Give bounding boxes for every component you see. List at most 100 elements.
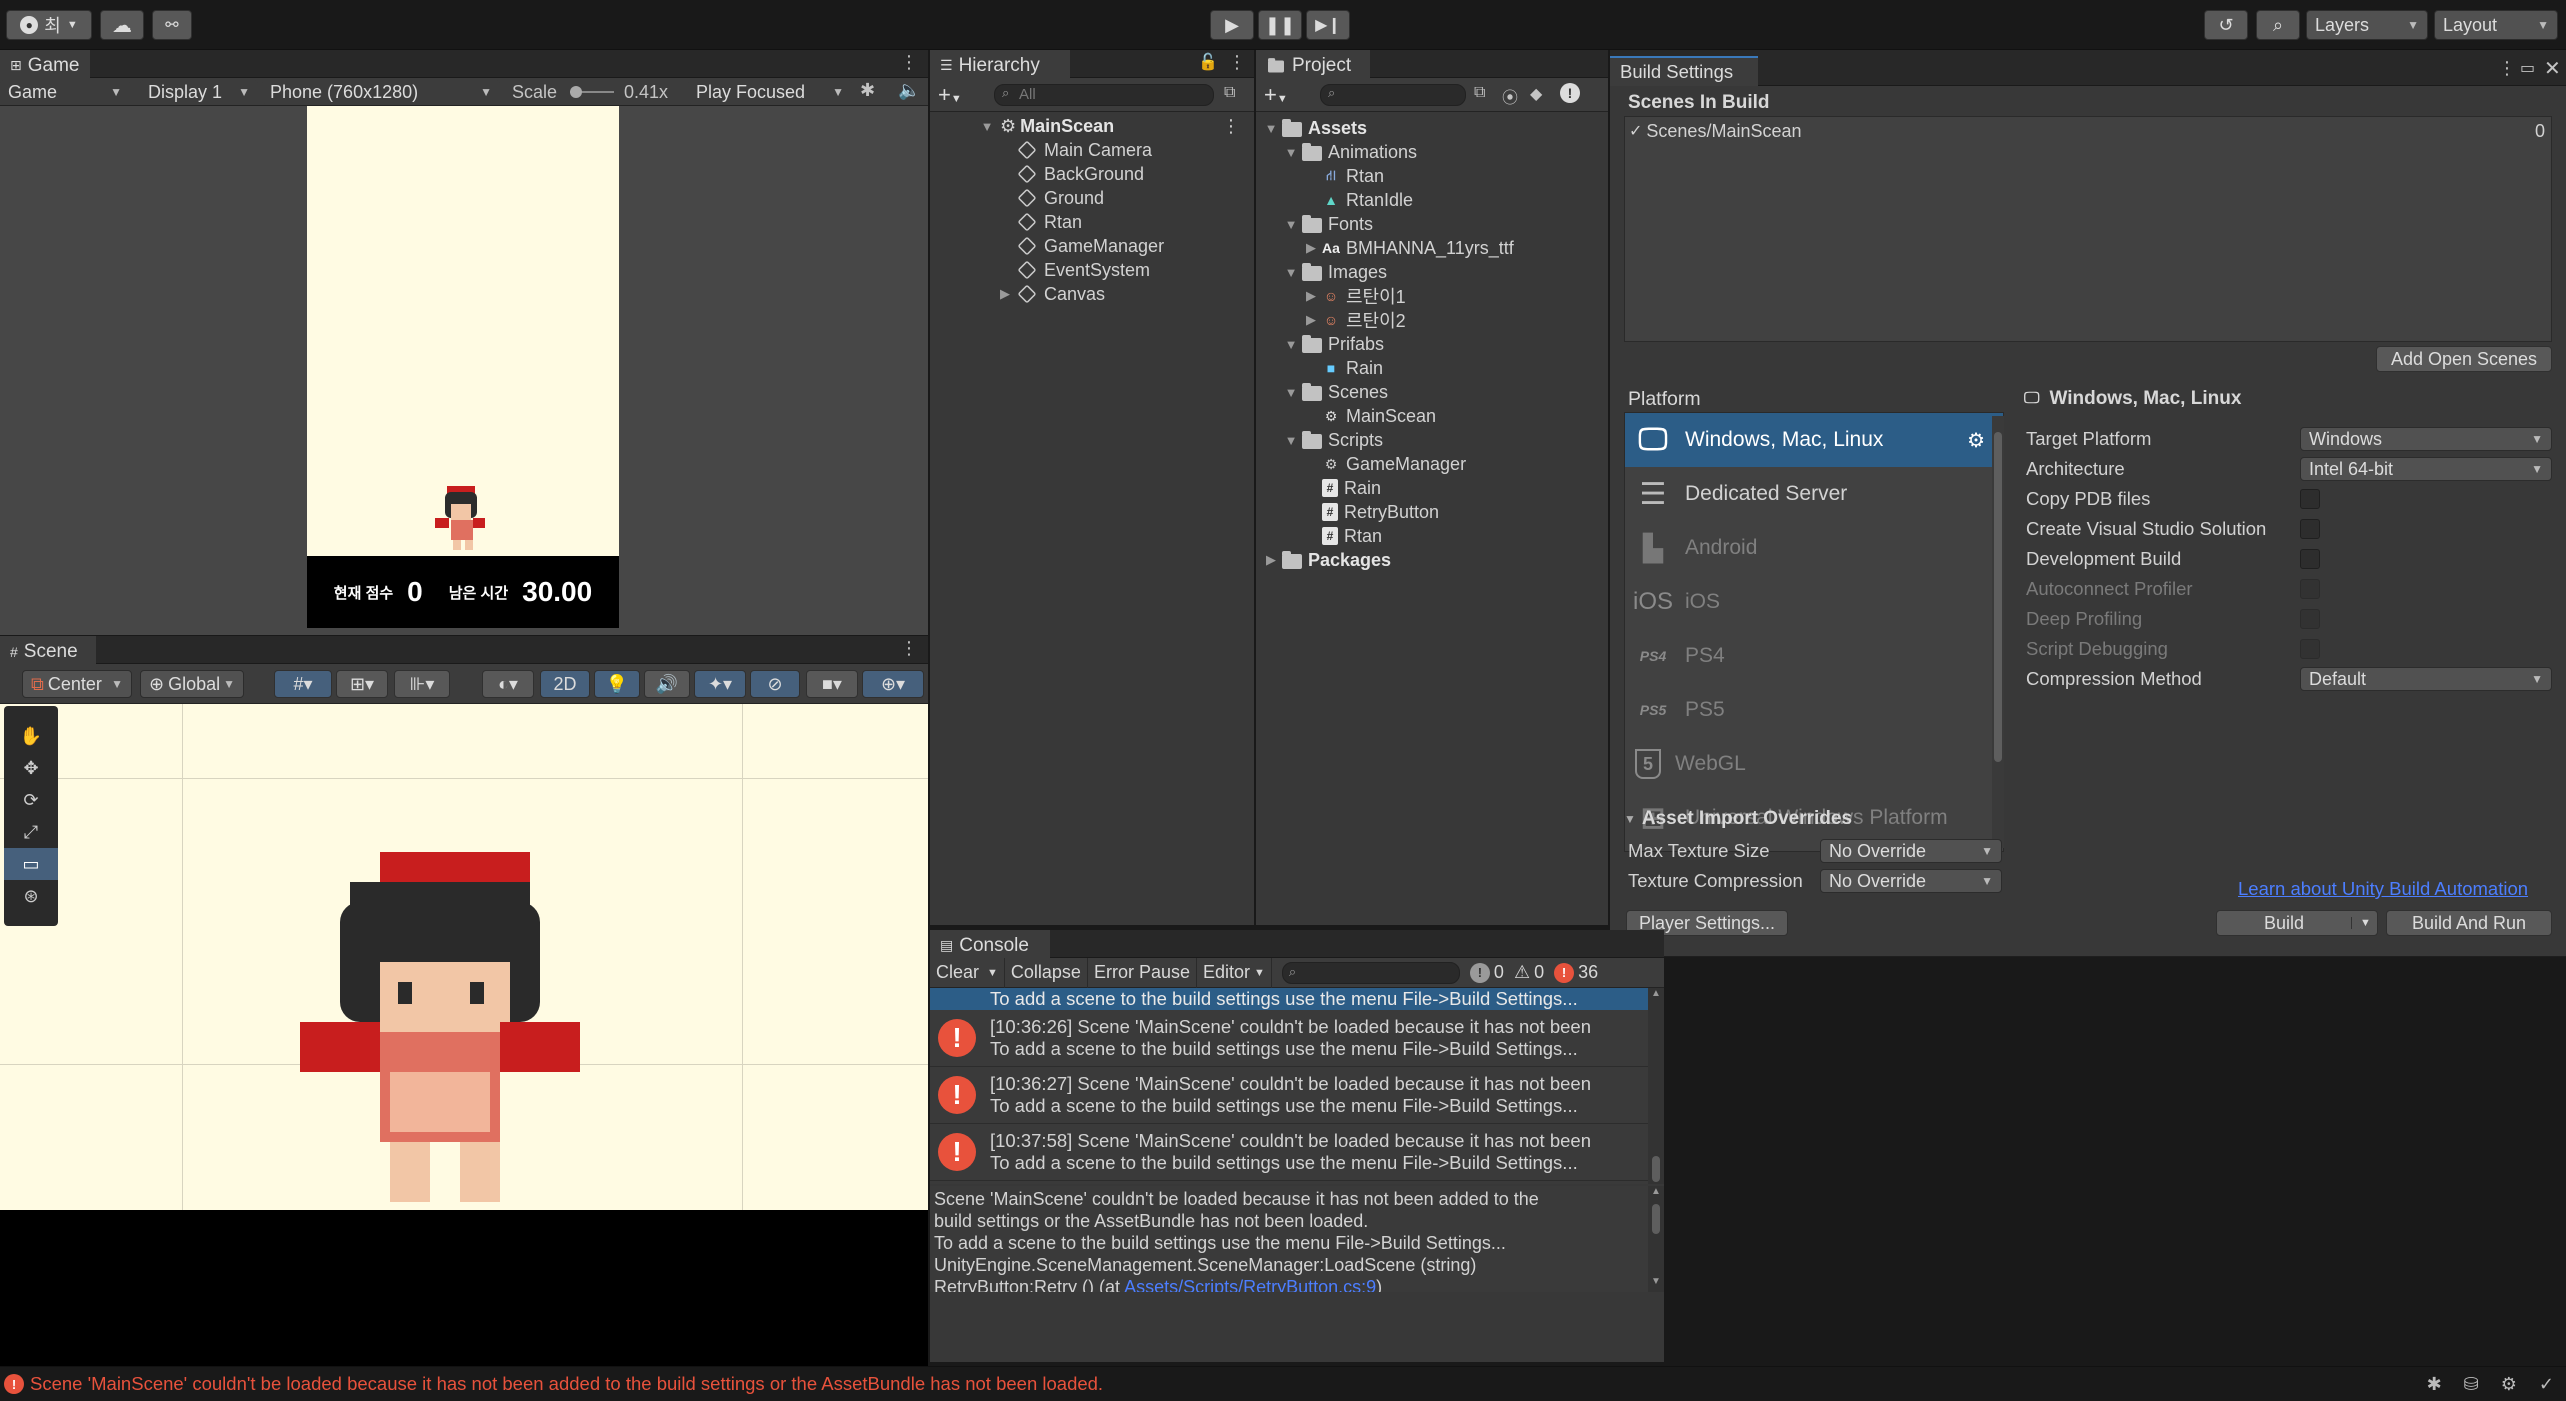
hierarchy-item[interactable]: Main Camera xyxy=(930,138,1254,162)
tab-project[interactable]: Project xyxy=(1256,50,1370,78)
bug-icon[interactable]: ✱ xyxy=(860,80,875,101)
search-button[interactable]: ⌕ xyxy=(2256,10,2300,40)
hidden-objects-button[interactable]: ⊘ xyxy=(750,670,800,698)
project-item[interactable]: ▼ Animations xyxy=(1256,140,1608,164)
hierarchy-item[interactable]: Rtan xyxy=(930,210,1254,234)
transform-tool-icon[interactable]: ⊛ xyxy=(4,880,58,912)
play-mode-dropdown[interactable]: Play Focused ▼ xyxy=(688,80,852,104)
status-message[interactable]: Scene 'MainScene' couldn't be loaded bec… xyxy=(30,1373,1103,1395)
texture-compression-dropdown[interactable]: No Override ▼ xyxy=(1820,869,2002,893)
scale-slider[interactable] xyxy=(570,86,614,98)
lock-icon[interactable]: 🔓 xyxy=(1198,52,1218,72)
collab-button[interactable]: ⚯ xyxy=(152,10,192,40)
project-item[interactable]: ▶ ☺ 르탄이1 xyxy=(1256,284,1608,308)
debug-mode-icon[interactable]: ✱ xyxy=(2427,1374,2442,1395)
step-button[interactable]: ▶❙ xyxy=(1306,10,1350,40)
project-item[interactable]: ⚙ MainScean xyxy=(1256,404,1608,428)
log-entry[interactable]: ! [10:36:27] Scene 'MainScene' couldn't b… xyxy=(930,1067,1648,1124)
max-texture-dropdown[interactable]: No Override ▼ xyxy=(1820,839,2002,863)
layers-dropdown[interactable]: Layers ▼ xyxy=(2306,10,2428,40)
expand-arrow-icon[interactable]: ▶ xyxy=(1302,312,1320,328)
filter-label-icon[interactable]: ⦿ xyxy=(1502,84,1518,108)
maximize-icon[interactable]: ▭ xyxy=(2520,58,2535,78)
project-item[interactable]: ▲ RtanIdle xyxy=(1256,188,1608,212)
platform-item[interactable]: PS4 PS4 xyxy=(1625,629,2003,683)
collapse-arrow-icon[interactable]: ▼ xyxy=(1282,217,1300,232)
add-open-scenes-button[interactable]: Add Open Scenes xyxy=(2376,346,2552,372)
check-circle-icon[interactable]: ✓ xyxy=(2539,1374,2554,1395)
collapse-arrow-icon[interactable]: ▼ xyxy=(1262,121,1280,136)
expand-arrow-icon[interactable]: ▶ xyxy=(1302,240,1320,256)
collapse-arrow-icon[interactable]: ▼ xyxy=(1282,337,1300,352)
game-mode-dropdown[interactable]: Game ▼ xyxy=(0,80,130,104)
audio-icon[interactable]: 🔈 xyxy=(898,80,920,101)
build-option-checkbox[interactable] xyxy=(2300,549,2320,569)
hierarchy-item[interactable]: GameManager xyxy=(930,234,1254,258)
platform-scrollbar[interactable] xyxy=(1992,416,2004,848)
expand-arrow-icon[interactable]: ▼ xyxy=(978,119,996,134)
scene-menu-icon[interactable]: ⋮ xyxy=(900,638,918,659)
hierarchy-item[interactable]: EventSystem xyxy=(930,258,1254,282)
learn-build-automation-link[interactable]: Learn about Unity Build Automation xyxy=(2238,878,2528,900)
project-item[interactable]: ▼ Fonts xyxy=(1256,212,1608,236)
platform-item[interactable]: 🖵 Windows, Mac, Linux ⚙ xyxy=(1625,413,2003,467)
collapse-arrow-icon[interactable]: ▼ xyxy=(1282,385,1300,400)
hand-tool-icon[interactable]: ✋ xyxy=(4,720,58,752)
expand-arrow-icon[interactable]: ▶ xyxy=(996,286,1014,302)
warning-filter-icon[interactable]: ! xyxy=(1560,83,1580,103)
build-option-checkbox[interactable] xyxy=(2300,519,2320,539)
scene-visibility-icon[interactable]: ⧉ xyxy=(1224,84,1235,102)
console-detail-scrollbar[interactable]: ▲ ▼ xyxy=(1648,1186,1664,1292)
draw-mode-button[interactable]: ◐▾ xyxy=(482,670,534,698)
hierarchy-search-input[interactable]: All xyxy=(994,84,1214,106)
console-search-input[interactable]: ⌕ xyxy=(1281,961,1460,984)
space-dropdown[interactable]: ⊕ Global ▼ xyxy=(140,670,244,698)
project-item[interactable]: ▼ Assets xyxy=(1256,116,1608,140)
project-item[interactable]: ▶ Packages xyxy=(1256,548,1608,572)
project-create-button[interactable]: +▼ xyxy=(1264,82,1288,108)
target-platform-dropdown[interactable]: Windows ▼ xyxy=(2300,427,2552,451)
asset-import-overrides[interactable]: ▼ Asset Import Overrides xyxy=(1624,808,1852,830)
cache-icon[interactable]: ⛁ xyxy=(2464,1374,2479,1395)
scene-entry[interactable]: ✓ Scenes/MainScean 0 xyxy=(1625,119,2551,143)
project-item[interactable]: ■ Rain xyxy=(1256,356,1608,380)
cloud-button[interactable]: ☁ xyxy=(100,10,144,40)
log-entry[interactable]: ! [10:36:26] Scene 'MainScene' couldn't b… xyxy=(930,1010,1648,1067)
effects-button[interactable]: ✦▾ xyxy=(694,670,746,698)
tab-game[interactable]: ⊞ Game xyxy=(0,50,90,78)
project-item[interactable]: ▶ ☺ 르탄이2 xyxy=(1256,308,1608,332)
tab-console[interactable]: ▤ Console xyxy=(930,930,1050,958)
hierarchy-root[interactable]: ▼ ⚙ MainScean ⋮ xyxy=(930,114,1254,138)
compression-dropdown[interactable]: Default ▼ xyxy=(2300,667,2552,691)
platform-item[interactable]: iOS iOS xyxy=(1625,575,2003,629)
project-item[interactable]: ⛙ Rtan xyxy=(1256,164,1608,188)
collapse-arrow-icon[interactable]: ▼ xyxy=(1282,433,1300,448)
info-count-toggle[interactable]: ! 0 xyxy=(1469,962,1504,983)
log-entry[interactable]: ! [10:37:58] Scene 'MainScene' couldn't b… xyxy=(930,1124,1648,1181)
build-and-run-button[interactable]: Build And Run xyxy=(2386,910,2552,936)
game-menu-icon[interactable]: ⋮ xyxy=(900,52,918,73)
hierarchy-item[interactable]: BackGround xyxy=(930,162,1254,186)
script-link[interactable]: Assets/Scripts/RetryButton.cs:9 xyxy=(1124,1277,1376,1292)
pause-button[interactable]: ❚❚ xyxy=(1258,10,1302,40)
scene-view[interactable] xyxy=(0,704,928,1366)
move-tool-icon[interactable]: ✥ xyxy=(4,752,58,784)
grid-snap-button[interactable]: #▾ xyxy=(274,670,332,698)
settings-gear-icon[interactable]: ⚙ xyxy=(2501,1374,2517,1395)
collapse-button[interactable]: Collapse xyxy=(1005,957,1088,988)
tag-icon[interactable]: ◆ xyxy=(1530,84,1542,104)
clear-button[interactable]: Clear ▼ xyxy=(930,957,1005,988)
root-menu-icon[interactable]: ⋮ xyxy=(1222,116,1240,137)
scale-tool-icon[interactable]: ⤢ xyxy=(4,816,58,848)
history-button[interactable]: ↺ xyxy=(2204,10,2248,40)
build-options-caret-icon[interactable]: ▼ xyxy=(2351,917,2371,929)
close-icon[interactable]: ✕ xyxy=(2544,56,2561,81)
expand-arrow-icon[interactable]: ▶ xyxy=(1262,552,1280,568)
gizmos-button[interactable]: ⊕▾ xyxy=(862,670,924,698)
collapse-arrow-icon[interactable]: ▼ xyxy=(1282,265,1300,280)
increment-snap-button[interactable]: ⊪▾ xyxy=(394,670,450,698)
collapse-arrow-icon[interactable]: ▼ xyxy=(1624,812,1636,826)
architecture-dropdown[interactable]: Intel 64-bit ▼ xyxy=(2300,457,2552,481)
account-dropdown[interactable]: ● 최 ▼ xyxy=(6,10,92,40)
error-count-toggle[interactable]: ! 36 xyxy=(1554,962,1598,983)
